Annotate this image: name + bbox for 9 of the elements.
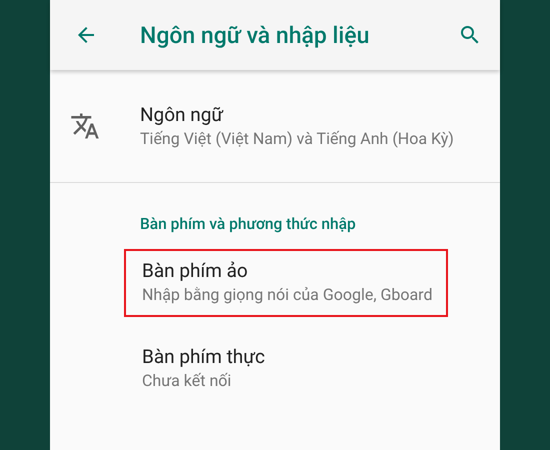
section-header: Bàn phím và phương thức nhập <box>139 214 357 235</box>
translate-icon <box>70 111 100 141</box>
item-title[interactable]: Bàn phím thực <box>142 345 265 368</box>
item-summary: Tiếng Việt (Việt Nam) và Tiếng Anh (Hoa Kỳ) <box>140 129 454 149</box>
item-title[interactable]: Bàn phím ảo <box>142 259 432 282</box>
item-title[interactable]: Ngôn ngữ <box>140 103 454 126</box>
screen-title: Ngôn ngữ và nhập liệu <box>140 22 370 48</box>
item-summary: Nhập bằng giọng nói của Google, Gboard <box>142 285 432 305</box>
item-summary: Chưa kết nối <box>142 371 232 391</box>
